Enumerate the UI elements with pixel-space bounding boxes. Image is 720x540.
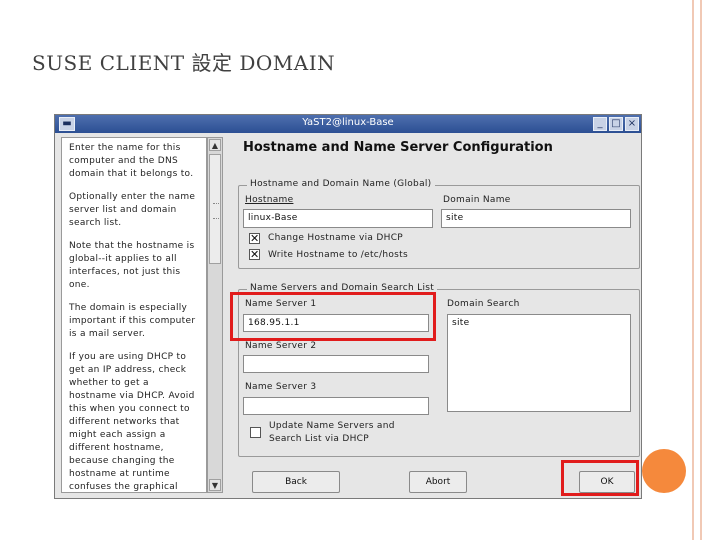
page-heading: Hostname and Name Server Configuration — [243, 140, 553, 155]
scroll-up-icon[interactable]: ▲ — [209, 139, 221, 151]
domain-search-label: Domain Search — [447, 299, 520, 309]
change-hostname-dhcp-label: Change Hostname via DHCP — [268, 233, 404, 243]
help-paragraph: The domain is especially important if th… — [69, 303, 196, 339]
highlight-name-server-1 — [230, 292, 436, 341]
scroll-thumb[interactable] — [209, 154, 221, 264]
highlight-ok-button — [561, 460, 639, 496]
update-name-servers-checkbox[interactable] — [250, 427, 261, 438]
slide-border-decoration — [692, 0, 720, 540]
help-scrollbar[interactable]: ▲ ▼ — [207, 137, 223, 493]
hostname-group-legend: Hostname and Domain Name (Global) — [247, 179, 435, 189]
change-hostname-dhcp-checkbox[interactable]: ✕ — [249, 233, 260, 244]
hostname-field[interactable]: linux-Base — [243, 209, 433, 228]
scroll-down-icon[interactable]: ▼ — [209, 479, 221, 491]
help-paragraph: If you are using DHCP to get an IP addre… — [69, 352, 195, 492]
hostname-label: Hostname — [245, 195, 294, 205]
write-hostname-label: Write Hostname to /etc/hosts — [268, 250, 408, 260]
orange-circle-decoration — [642, 449, 686, 493]
close-icon[interactable]: × — [625, 117, 639, 131]
slide-title: SUSE CLIENT 設定 DOMAIN — [32, 51, 336, 75]
minimize-icon[interactable]: _ — [593, 117, 607, 131]
window-titlebar[interactable]: ▬ YaST2@linux-Base _ □ × — [55, 115, 641, 133]
help-panel: Enter the name for this computer and the… — [61, 137, 207, 493]
back-button[interactable]: Back — [252, 471, 340, 493]
name-server-3-label: Name Server 3 — [245, 382, 317, 392]
maximize-icon[interactable]: □ — [609, 117, 623, 131]
name-server-3-field[interactable] — [243, 397, 429, 415]
window-title: YaST2@linux-Base — [302, 117, 394, 128]
domain-name-label: Domain Name — [443, 195, 511, 205]
update-name-servers-label-line2: Search List via DHCP — [269, 434, 369, 444]
write-hostname-checkbox[interactable]: ✕ — [249, 249, 260, 260]
help-paragraph: Optionally enter the name server list an… — [69, 192, 196, 228]
update-name-servers-label: Update Name Servers and — [269, 421, 395, 431]
name-server-2-label: Name Server 2 — [245, 341, 317, 351]
name-server-2-field[interactable] — [243, 355, 429, 373]
help-paragraph: Note that the hostname is global--it app… — [69, 241, 195, 290]
domain-name-field[interactable]: site — [441, 209, 631, 228]
domain-search-list[interactable]: site — [447, 314, 631, 412]
help-paragraph: Enter the name for this computer and the… — [69, 143, 194, 179]
abort-button[interactable]: Abort — [409, 471, 467, 493]
